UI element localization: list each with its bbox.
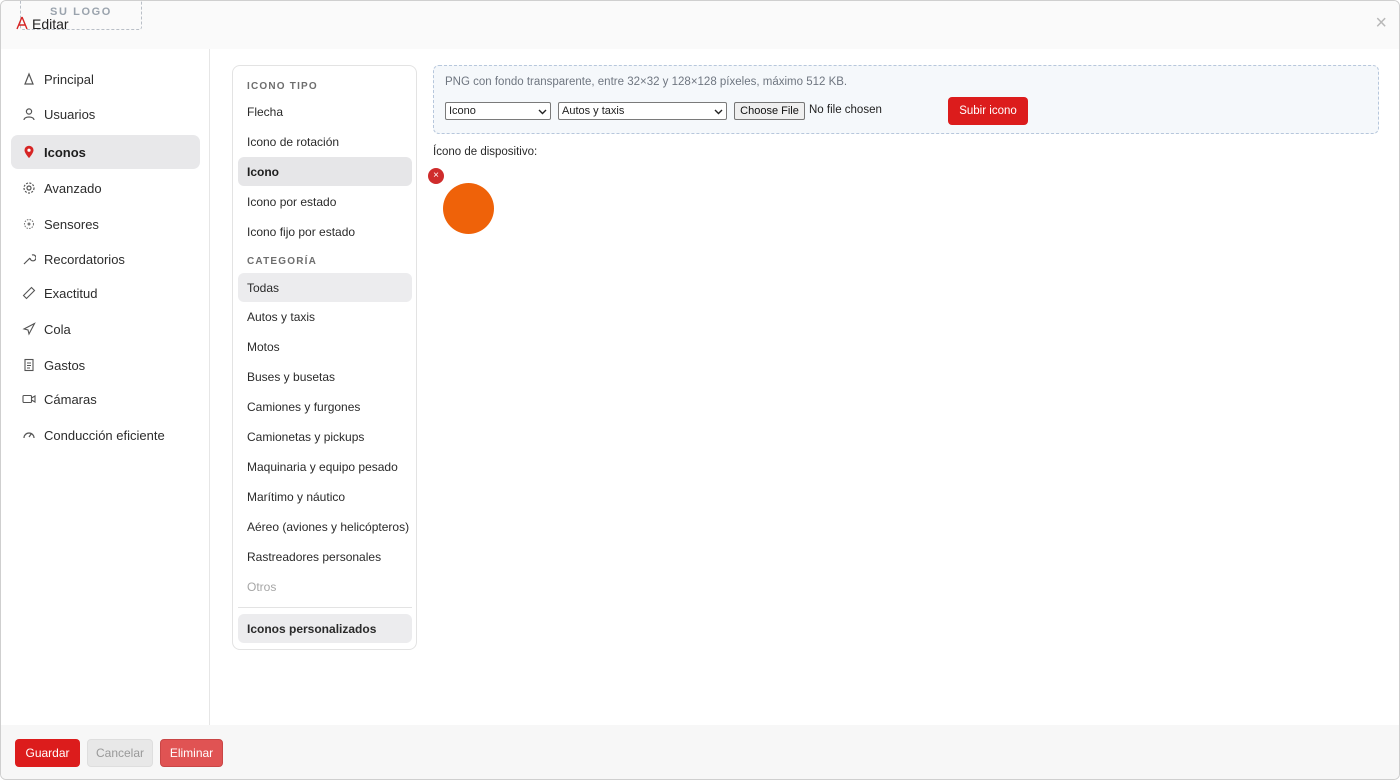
map-pin-icon [22,145,36,159]
sidebar-item-label: Iconos [44,144,86,160]
icon-type-fijo-por-estado[interactable]: Icono fijo por estado [238,217,412,246]
close-icon[interactable]: × [1375,13,1387,33]
settings-sidebar: Principal Usuarios Iconos Avanzado Senso… [1,49,210,725]
camera-icon [22,392,36,406]
icon-type-rotacion[interactable]: Icono de rotación [238,127,412,156]
upload-icon-button[interactable]: Subir icono [948,97,1028,125]
icon-type-flecha[interactable]: Flecha [238,97,412,126]
icon-type-icono[interactable]: Icono [238,157,412,186]
sensor-icon [22,217,36,231]
sidebar-item-label: Recordatorios [44,251,125,267]
category-otros[interactable]: Otros [238,572,412,601]
chevron-down-icon [714,109,723,115]
wrench-icon [22,252,36,266]
sidebar-item-avanzado[interactable]: Avanzado [11,171,200,205]
select-value: Icono [449,105,476,117]
sidebar-item-sensores[interactable]: Sensores [11,207,200,241]
icon-upload-box: PNG con fondo transparente, entre 32×32 … [433,65,1379,134]
sidebar-item-label: Gastos [44,357,86,373]
edit-title-icon [16,16,28,30]
chevron-down-icon [538,109,547,115]
file-status: No file chosen [809,104,882,116]
save-button[interactable]: Guardar [15,739,80,767]
cancel-button[interactable]: Cancelar [87,739,153,767]
sidebar-item-gastos[interactable]: Gastos [11,348,200,382]
sidebar-item-usuarios[interactable]: Usuarios [11,97,200,131]
sidebar-item-cola[interactable]: Cola [11,312,200,346]
category-aereo[interactable]: Aéreo (aviones y helicópteros) [238,512,412,541]
sidebar-item-label: Exactitud [44,285,98,301]
icon-type-por-estado[interactable]: Icono por estado [238,187,412,216]
custom-icons-item[interactable]: Iconos personalizados [238,614,412,643]
category-buses[interactable]: Buses y busetas [238,362,412,391]
category-rastreadores[interactable]: Rastreadores personales [238,542,412,571]
ruler-icon [22,286,36,300]
category-camiones[interactable]: Camiones y furgones [238,392,412,421]
user-icon [22,107,36,121]
sidebar-item-label: Avanzado [44,180,102,196]
icon-type-heading: ICONO TIPO [247,81,318,92]
select-value: Autos y taxis [562,105,625,117]
sidebar-item-label: Cola [44,321,71,337]
remove-icon-button[interactable]: × [428,168,444,184]
modal-footer: Guardar Cancelar Eliminar [1,725,1399,779]
category-camionetas[interactable]: Camionetas y pickups [238,422,412,451]
divider [238,607,412,608]
sidebar-item-label: Usuarios [44,106,96,122]
sidebar-item-principal[interactable]: Principal [11,62,200,96]
receipt-icon [22,358,36,372]
category-autos-taxis[interactable]: Autos y taxis [238,302,412,331]
sidebar-item-recordatorios[interactable]: Recordatorios [11,242,200,276]
category-select[interactable]: Autos y taxis [558,102,727,120]
sidebar-item-camaras[interactable]: Cámaras [11,382,200,416]
sidebar-item-iconos[interactable]: Iconos [11,135,200,169]
send-icon [22,322,36,336]
device-icon-label: Ícono de dispositivo: [433,146,538,158]
sidebar-item-label: Principal [44,71,94,87]
device-icon-preview [443,183,494,234]
category-heading: CATEGORÍA [247,256,318,267]
sidebar-item-label: Cámaras [44,391,97,407]
icon-category-panel: ICONO TIPO Flecha Icono de rotación Icon… [232,65,417,650]
modal-header: SU LOGO Editar × [1,1,1399,49]
principal-icon [22,72,36,86]
choose-file-button[interactable]: Choose File [734,102,805,120]
category-maritimo[interactable]: Marítimo y náutico [238,482,412,511]
gauge-icon [22,428,36,442]
sidebar-item-exactitud[interactable]: Exactitud [11,276,200,310]
gear-icon [22,181,36,195]
edit-modal: SU LOGO Editar × Principal Usuarios Icon… [0,0,1400,780]
delete-button[interactable]: Eliminar [160,739,223,767]
category-motos[interactable]: Motos [238,332,412,361]
category-maquinaria[interactable]: Maquinaria y equipo pesado [238,452,412,481]
sidebar-item-conduccion-eficiente[interactable]: Conducción eficiente [11,418,200,452]
modal-title: Editar [32,16,69,32]
sidebar-item-label: Sensores [44,216,99,232]
category-todas[interactable]: Todas [238,273,412,302]
icon-type-select[interactable]: Icono [445,102,551,120]
upload-hint: PNG con fondo transparente, entre 32×32 … [445,76,848,88]
sidebar-item-label: Conducción eficiente [44,427,165,443]
